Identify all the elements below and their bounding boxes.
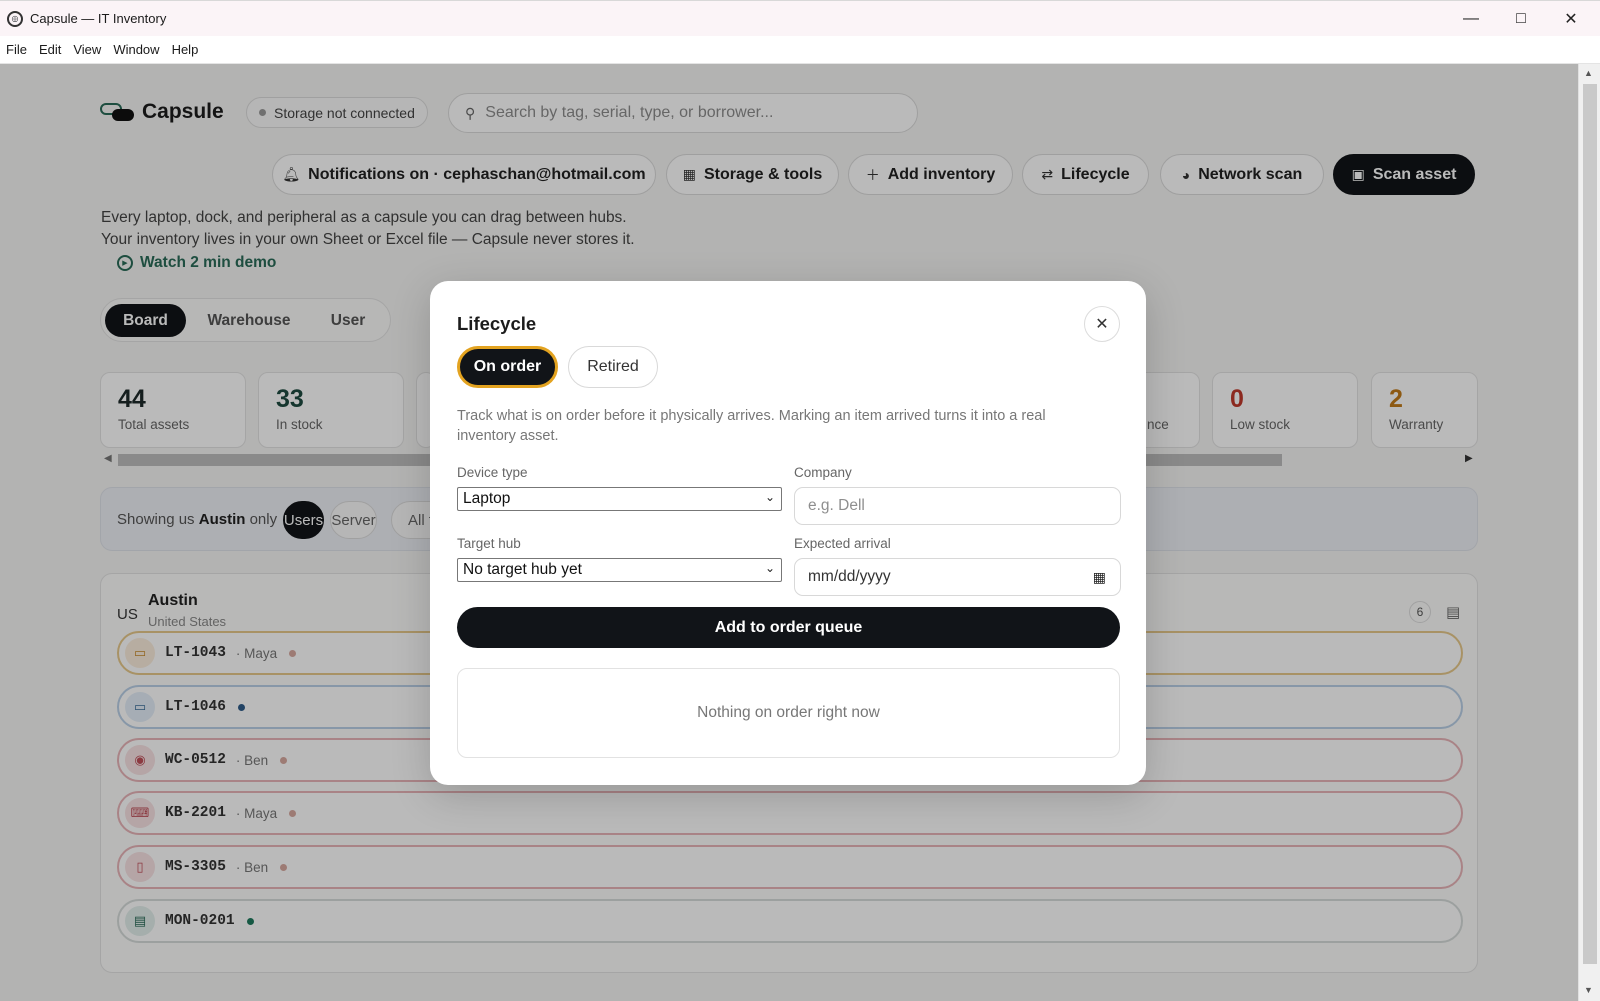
company-field[interactable]: e.g. Dell [794,487,1121,525]
close-icon[interactable]: ✕ [1084,306,1120,342]
order-queue-empty-state: Nothing on order right now [457,668,1120,758]
target-hub-label: Target hub [457,536,521,551]
chevron-down-icon: ⌄ [764,561,775,575]
expected-arrival-field[interactable]: mm/dd/yyyy ▦ [794,558,1121,596]
empty-state-text: Nothing on order right now [697,704,880,721]
minimize-icon[interactable]: — [1446,1,1496,37]
add-to-order-queue-button[interactable]: Add to order queue [457,607,1120,648]
scroll-down-icon[interactable]: ▼ [1584,985,1593,995]
menu-file[interactable]: File [6,42,27,57]
target-hub-value: No target hub yet [463,561,582,578]
tab-retired[interactable]: Retired [568,346,658,388]
lifecycle-dialog: Lifecycle ✕ On order Retired Track what … [430,281,1146,785]
date-placeholder: mm/dd/yyyy [808,568,891,585]
company-label: Company [794,465,852,480]
company-placeholder: e.g. Dell [808,497,865,514]
menu-window[interactable]: Window [113,42,159,57]
menu-bar: File Edit View Window Help [0,36,1600,64]
scroll-up-icon[interactable]: ▲ [1584,68,1593,78]
menu-view[interactable]: View [73,42,101,57]
window-titlebar: ◎ Capsule — IT Inventory — □ ✕ [0,0,1600,36]
window-title: Capsule — IT Inventory [30,11,167,26]
vertical-scrollbar[interactable]: ▲ ▼ [1578,64,1600,1001]
expected-arrival-label: Expected arrival [794,536,891,551]
dialog-title: Lifecycle [457,313,537,334]
device-type-select[interactable]: Laptop ⌄ [457,487,782,511]
device-type-value: Laptop [463,490,511,507]
device-type-label: Device type [457,465,528,480]
tab-on-order[interactable]: On order [457,346,558,388]
menu-edit[interactable]: Edit [39,42,61,57]
target-hub-select[interactable]: No target hub yet ⌄ [457,558,782,582]
app-logo-icon: ◎ [7,10,23,27]
menu-help[interactable]: Help [172,42,199,57]
close-window-icon[interactable]: ✕ [1546,1,1596,37]
dialog-description: Track what is on order before it physica… [457,408,1046,444]
chevron-down-icon: ⌄ [764,490,775,504]
scrollbar-thumb[interactable] [1583,84,1597,964]
maximize-icon[interactable]: □ [1496,1,1546,37]
calendar-icon[interactable]: ▦ [1093,569,1106,586]
